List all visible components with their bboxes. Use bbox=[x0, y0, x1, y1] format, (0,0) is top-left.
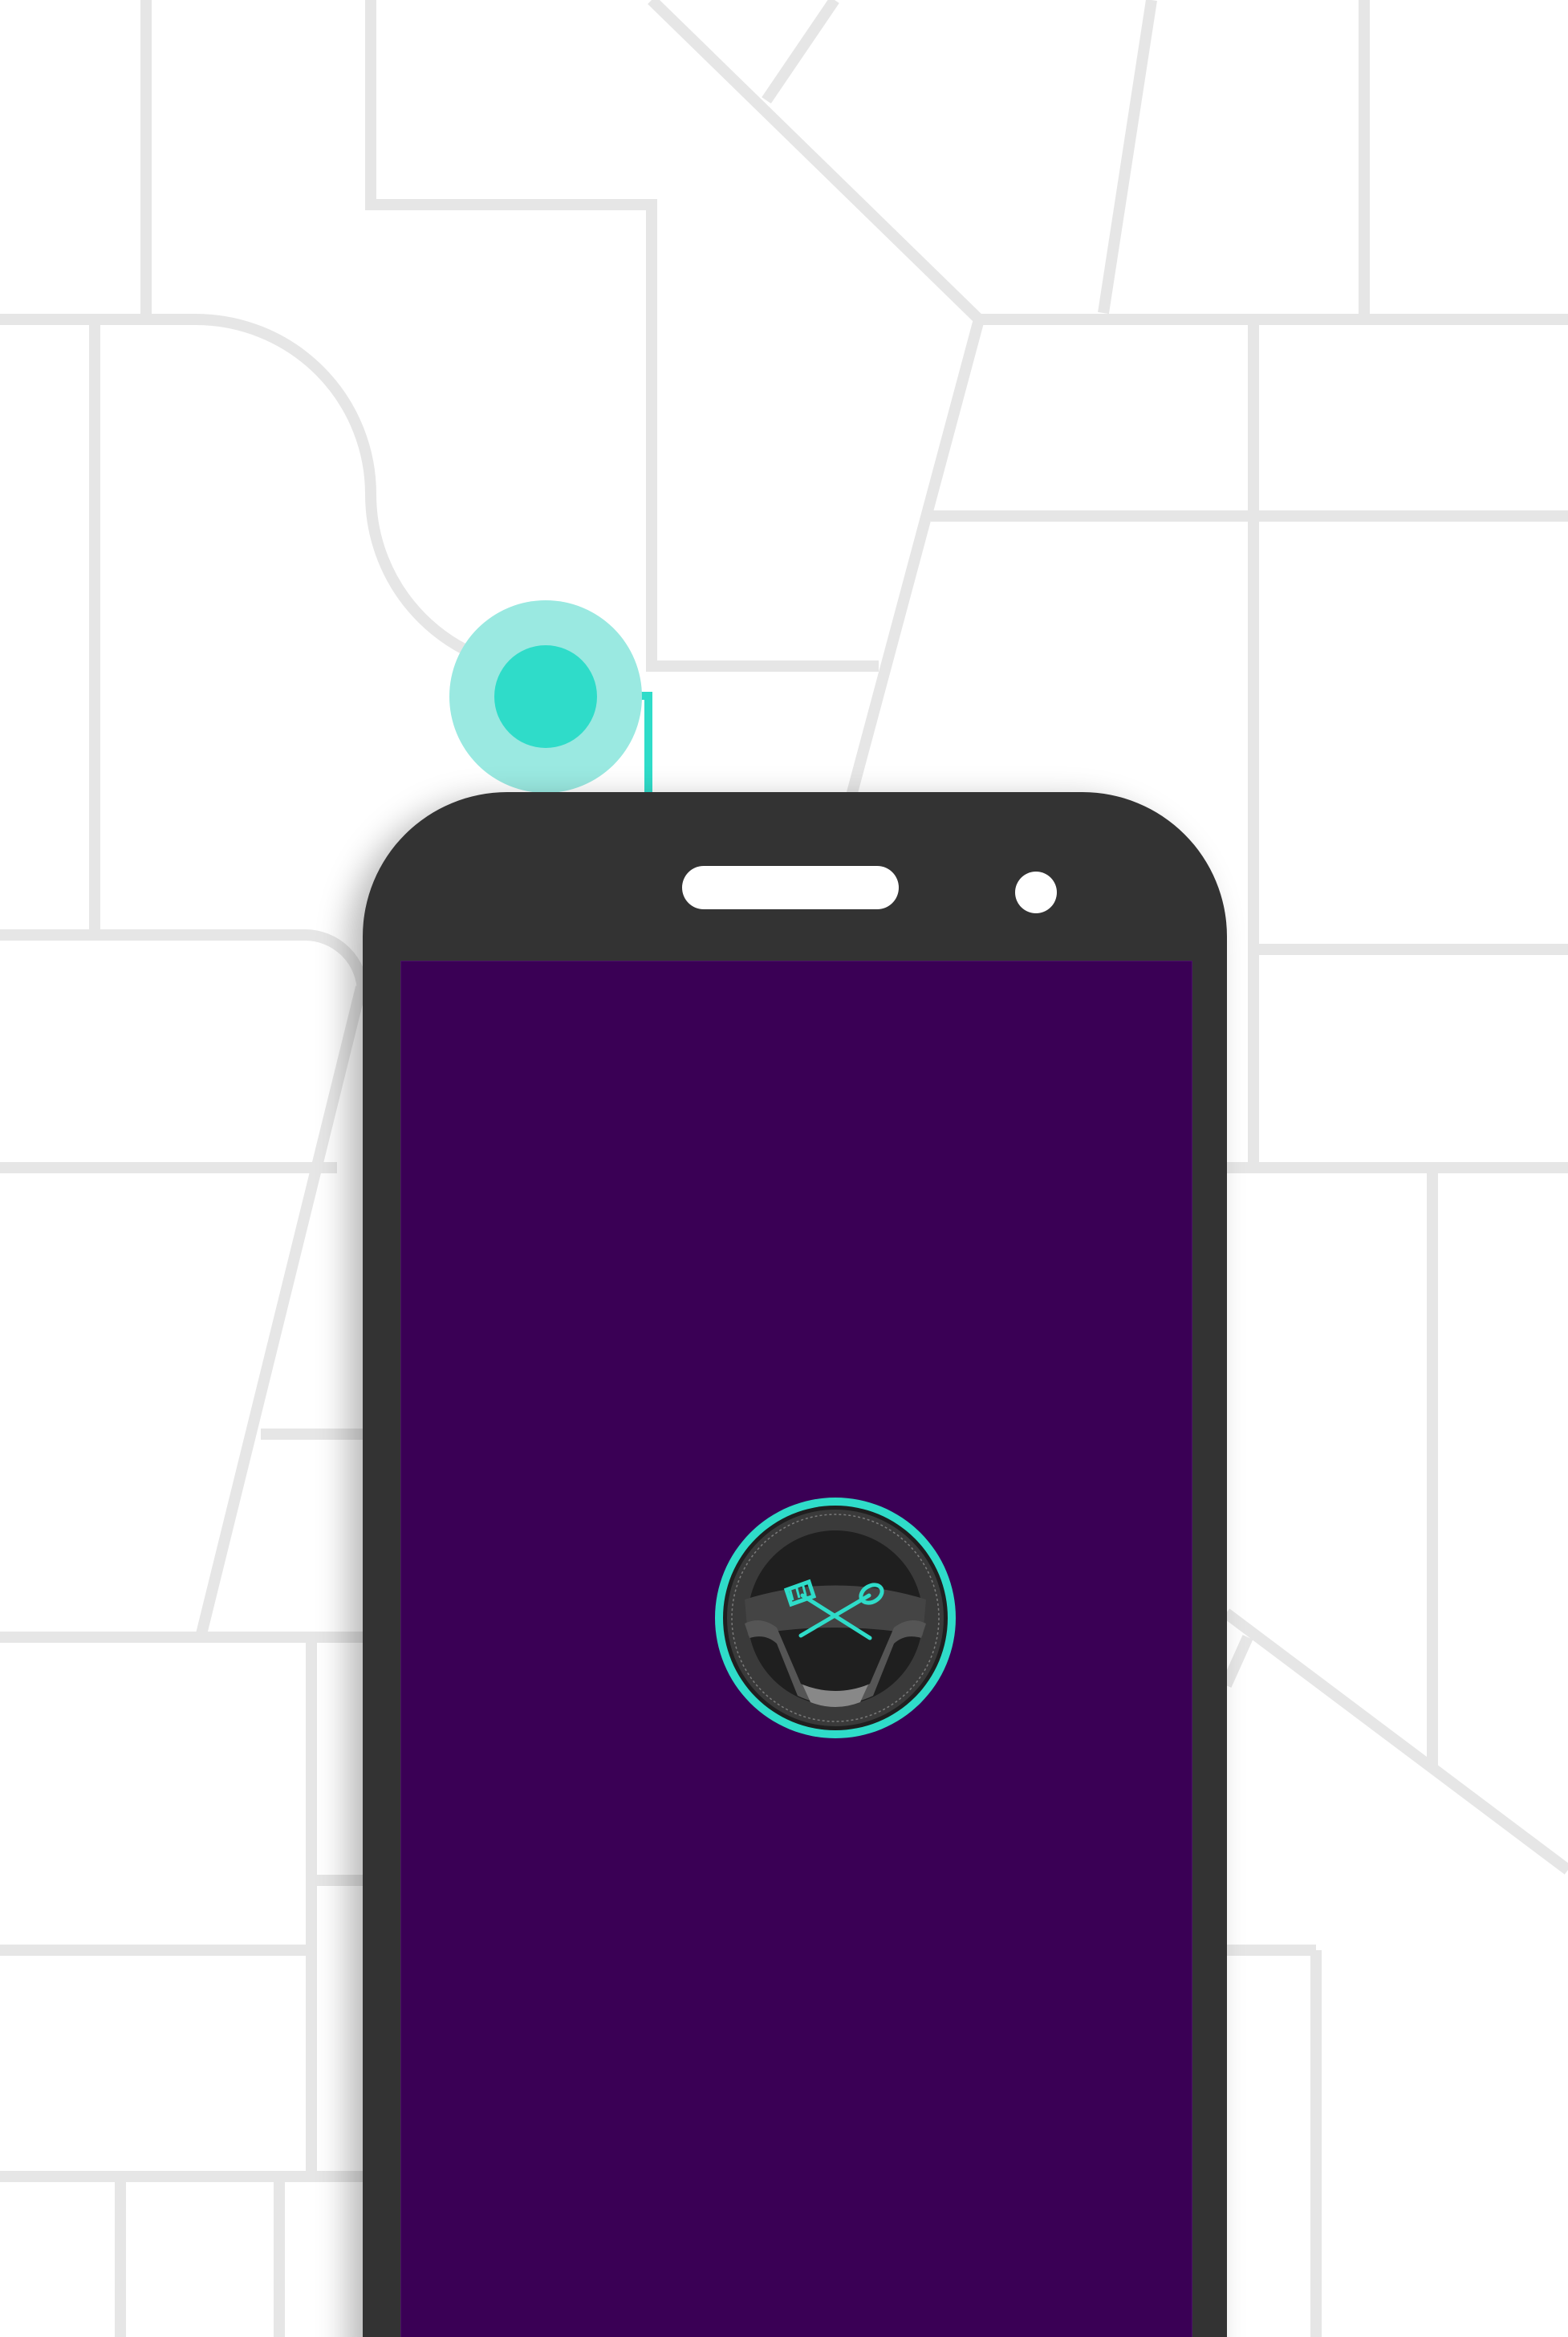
phone-camera bbox=[1015, 872, 1057, 913]
phone-speaker bbox=[682, 866, 899, 909]
stage bbox=[0, 0, 1568, 2337]
steering-wheel-with-fork-and-spoon-icon bbox=[713, 1495, 958, 1741]
phone-device bbox=[363, 792, 1227, 2337]
splash-screen bbox=[400, 961, 1192, 2337]
